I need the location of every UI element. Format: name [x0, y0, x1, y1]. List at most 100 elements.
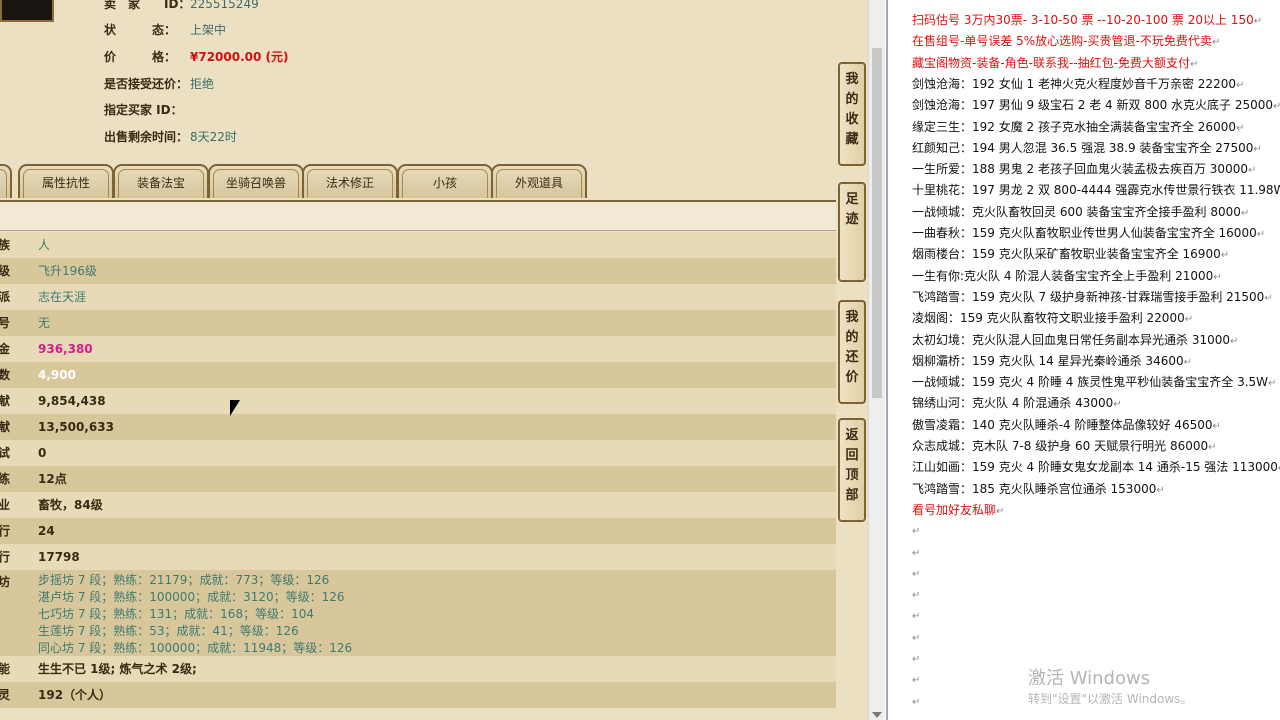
attribute-row: 行 24 [0, 518, 836, 544]
designated-buyer-row: 指定买家 ID： [104, 100, 190, 120]
side-button-char: 部 [845, 488, 859, 503]
scrollbar-thumb[interactable] [872, 48, 882, 398]
remaining-time-row: 出售剩余时间： 8天22时 [104, 127, 237, 147]
attribute-label: 金 [0, 342, 11, 356]
paragraph-mark: ↵ [1240, 207, 1250, 219]
attribute-value: 无 [38, 316, 51, 330]
empty-paragraph-mark: ↵ [912, 696, 921, 708]
tab-appearance[interactable]: 外观道具 [491, 164, 587, 198]
status-value: 上架中 [190, 23, 227, 37]
tab-attributes[interactable]: 属性抗性 [18, 164, 114, 198]
attribute-row: 行 17798 [0, 544, 836, 570]
paragraph-mark: ↵ [1212, 420, 1221, 432]
workshop-line: 步摇坊 7 段；熟练：21179；成就：773；等级：126 [38, 573, 330, 587]
mouse-cursor [230, 400, 240, 416]
document-line-text: 一生有你:克火队 4 阶混人装备宝宝齐全上手盈利 21000 [912, 268, 1214, 283]
document-line: 烟雨楼台：159 克火队采矿畜牧职业装备宝宝齐全 16900↵ [912, 244, 1229, 265]
attribute-row: 级 飞升196级 [0, 258, 836, 284]
bargain-row: 是否接受还价： 拒绝 [104, 74, 214, 94]
attribute-value: 13,500,633 [38, 420, 114, 434]
document-line: 江山如画：159 克火 4 阶睡女鬼女龙副本 14 通杀-15 强法 11300… [912, 457, 1280, 478]
document-pane: 扫码估号 3万内30票- 3-10-50 票 --10-20-100 票 20以… [886, 0, 1280, 720]
empty-paragraph-mark: ↵ [912, 590, 921, 602]
attribute-label: 能 [0, 662, 11, 676]
side-button-char: 我 [845, 310, 859, 325]
document-line: 在售组号-单号误差 5%放心选购-买贵管退-不玩免费代卖↵ [912, 31, 1220, 52]
character-portrait [0, 0, 54, 22]
tab-spells[interactable]: 法术修正 [302, 164, 398, 198]
empty-paragraph-mark: ↵ [912, 526, 921, 538]
document-line-text: 剑蚀沧海：197 男仙 9 级宝石 2 老 4 新双 800 水克火底子 250… [912, 98, 1274, 113]
paragraph-mark: ↵ [1213, 271, 1222, 283]
workshop-line: 湛卢坊 7 段；熟练：100000；成就：3120；等级：126 [38, 590, 345, 604]
side-button-char: 迹 [845, 212, 859, 227]
paragraph-mark: ↵ [1235, 122, 1245, 134]
seller-id-row: 卖 家 ID：225515249 [104, 0, 259, 14]
attribute-label: 练 [0, 472, 11, 486]
attribute-value: 17798 [38, 550, 80, 564]
favorites-button[interactable]: 我的收藏 [838, 62, 866, 166]
scroll-down-arrow[interactable] [872, 712, 882, 718]
paragraph-mark: ↵ [1230, 335, 1239, 347]
seller-id-label: 卖 家 ID： [104, 0, 191, 11]
tab-mounts-pets[interactable]: 坐骑召唤兽 [208, 164, 304, 198]
attribute-row: 族人 [0, 232, 836, 258]
document-line-text: 江山如画：159 克火 4 阶睡女鬼女龙副本 14 通杀-15 强法 11300… [912, 460, 1278, 475]
tab-equipment[interactable]: 装备法宝 [113, 164, 209, 198]
attribute-row: 号无 [0, 310, 836, 336]
designated-buyer-label: 指定买家 ID： [104, 103, 183, 117]
paragraph-mark: ↵ [1220, 250, 1230, 262]
attribute-row: 灵 192（个人） [0, 682, 836, 708]
paragraph-mark: ↵ [1208, 442, 1217, 453]
workshop-row: 坊 步摇坊 7 段；熟练：21179；成就：773；等级：126 湛卢坊 7 段；熟… [0, 570, 836, 656]
paragraph-mark: ↵ [1247, 165, 1257, 177]
empty-paragraph-mark: ↵ [912, 654, 921, 665]
side-button-char: 足 [845, 192, 859, 207]
document-line: 剑蚀沧海：197 男仙 9 级宝石 2 老 4 新双 800 水克火底子 250… [912, 95, 1280, 116]
document-line-text: 飞鸿踏雪：159 克火队 7 级护身新神孩-甘霖瑞雪接手盈利 21500 [912, 289, 1265, 304]
document-line: 飞鸿踏雪：185 克火队睡杀宫位通杀 153000↵ [912, 479, 1165, 500]
workshop-line: 同心坊 7 段；熟练：100000；成就：11948；等级：126 [38, 641, 353, 655]
paragraph-mark: ↵ [1273, 101, 1280, 112]
side-button-char: 收 [845, 112, 859, 127]
document-line-text: 众志成城：克木队 7-8 级护身 60 天赋景行明光 86000 [912, 439, 1209, 453]
tab-basic[interactable] [0, 164, 12, 198]
empty-paragraph-mark: ↵ [912, 547, 921, 559]
document-line-text: 在售组号-单号误差 5%放心选购-买贵管退-不玩免费代卖 [912, 34, 1212, 49]
attribute-row: 业 畜牧，84级 [0, 492, 836, 518]
document-line: 剑蚀沧海：192 女仙 1 老神火克火程度妙音千万亲密 22200↵ [912, 74, 1244, 95]
footprint-button[interactable]: 足迹 [838, 182, 866, 282]
side-button-char: 回 [845, 448, 859, 463]
attribute-row: 献 13,500,633 [0, 414, 836, 440]
document-line: 凌烟阁：159 克火队畜牧符文职业接手盈利 22000↵ [912, 308, 1193, 329]
attribute-label: 行 [0, 550, 11, 564]
back-to-top-button[interactable]: 返回顶部 [838, 418, 866, 522]
attribute-value: 0 [38, 446, 47, 460]
price-value: ¥72000.00 (元) [190, 50, 289, 64]
seller-id-value: 225515249 [190, 0, 259, 11]
bargain-label: 是否接受还价： [104, 77, 189, 91]
attribute-value: 9,854,438 [38, 394, 106, 408]
document-line-text: 一曲春秋：159 克火队畜牧职业传世男人仙装备宝宝齐全 16000 [912, 226, 1257, 240]
price-row: 价 格： ¥72000.00 (元) [104, 47, 289, 67]
workshop-lines: 步摇坊 7 段；熟练：21179；成就：773；等级：126 湛卢坊 7 段；熟练… [38, 572, 352, 657]
document-line: 扫码估号 3万内30票- 3-10-50 票 --10-20-100 票 20以… [912, 10, 1262, 31]
workshop-label: 坊 [0, 575, 11, 589]
attribute-label: 数 [0, 368, 11, 382]
price-label: 价 格： [104, 50, 177, 64]
empty-paragraph-mark: ↵ [912, 675, 921, 687]
paragraph-mark: ↵ [1183, 356, 1192, 368]
attribute-label: 灵 [0, 688, 11, 702]
my-offers-button[interactable]: 我的还价 [838, 300, 866, 404]
tab-child[interactable]: 小孩 [397, 164, 493, 198]
attribute-value: 飞升196级 [38, 264, 97, 278]
paragraph-mark: ↵ [1264, 292, 1273, 304]
paragraph-mark: ↵ [1211, 37, 1221, 49]
attribute-value: 936,380 [38, 342, 93, 356]
detail-tabs: 属性抗性 装备法宝 坐骑召唤兽 法术修正 小孩 外观道具 [0, 164, 840, 200]
page-scrollbar[interactable] [868, 0, 885, 720]
attribute-label: 试 [0, 446, 11, 460]
side-button-char: 价 [845, 370, 859, 385]
document-line: 看号加好友私聊↵ [912, 500, 1004, 521]
document-line: 一曲春秋：159 克火队畜牧职业传世男人仙装备宝宝齐全 16000↵ [912, 223, 1265, 244]
